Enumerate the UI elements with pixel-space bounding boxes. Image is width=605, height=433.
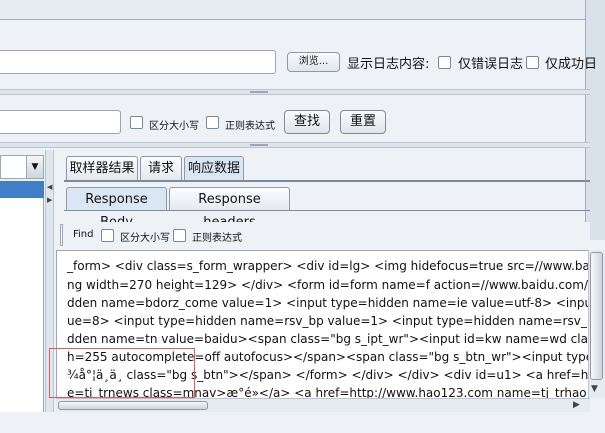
find-field[interactable]: [60, 224, 63, 246]
regex-checkbox[interactable]: [206, 116, 219, 129]
subtab-underline: [64, 210, 590, 211]
bottom-margin: [0, 412, 605, 433]
scroll-right-icon[interactable]: ▶: [573, 400, 580, 410]
response-line: _form> <div class=s_form_wrapper> <div i…: [67, 259, 590, 273]
errors-only-label: 仅错误日志: [458, 57, 524, 72]
tab-underline: [64, 180, 590, 182]
top-panel-edge: [0, 0, 590, 20]
right-window-edge: [585, 0, 605, 240]
horizontal-scroll-thumb[interactable]: [58, 401, 208, 410]
divider-grip-icon: [250, 91, 268, 93]
response-line: dden name=bdorz_come value=1> <input typ…: [67, 296, 589, 310]
response-line: ue=8> <input type=hidden name=rsv_bp val…: [67, 314, 589, 328]
success-only-checkbox[interactable]: [526, 56, 539, 69]
success-only-label: 仅成功日: [545, 57, 598, 72]
split-divider-top[interactable]: [0, 89, 590, 95]
split-divider-middle[interactable]: [0, 142, 590, 148]
find-label: Find: [73, 229, 94, 240]
tab-request[interactable]: 请求: [140, 156, 182, 180]
response-line: dden name=tn value=baidu><span class="bg…: [67, 332, 589, 346]
regex-label: 正则表达式: [225, 121, 275, 132]
collapse-left-icon[interactable]: ◀: [47, 183, 52, 191]
search-input[interactable]: [0, 110, 121, 134]
expand-right-icon[interactable]: ▶: [47, 196, 52, 204]
scroll-down-icon[interactable]: ▼: [591, 384, 598, 394]
find-regex-checkbox[interactable]: [173, 229, 186, 242]
log-file-input[interactable]: [0, 50, 276, 74]
sampler-tree[interactable]: [0, 181, 44, 421]
find-button[interactable]: 查找: [284, 110, 330, 134]
browse-button[interactable]: 浏览...: [287, 52, 340, 72]
tab-response-data[interactable]: 响应数据: [184, 156, 244, 180]
find-case-label: 区分大小写: [120, 233, 170, 244]
case-sensitive-checkbox[interactable]: [130, 116, 143, 129]
tab-response-body[interactable]: Response Body: [66, 187, 167, 230]
find-regex-label: 正则表达式: [192, 233, 242, 244]
reset-button[interactable]: 重置: [340, 110, 386, 134]
tab-sampler-result[interactable]: 取样器结果: [66, 156, 138, 180]
combo-dropdown-icon[interactable]: ▼: [26, 156, 43, 178]
garbled-text-highlight: [49, 348, 195, 398]
tab-response-headers[interactable]: Response headers: [169, 187, 290, 230]
log-content-label: 显示日志内容:: [347, 57, 430, 72]
response-line: ng width=270 height=129> </div> <form id…: [67, 278, 590, 292]
divider-grip-icon: [250, 144, 268, 146]
case-sensitive-label: 区分大小写: [149, 121, 199, 132]
vertical-scroll-thumb[interactable]: [590, 252, 603, 380]
errors-only-checkbox[interactable]: [438, 56, 451, 69]
find-case-checkbox[interactable]: [101, 229, 114, 242]
sampler-tree-selected-row[interactable]: [0, 181, 44, 198]
